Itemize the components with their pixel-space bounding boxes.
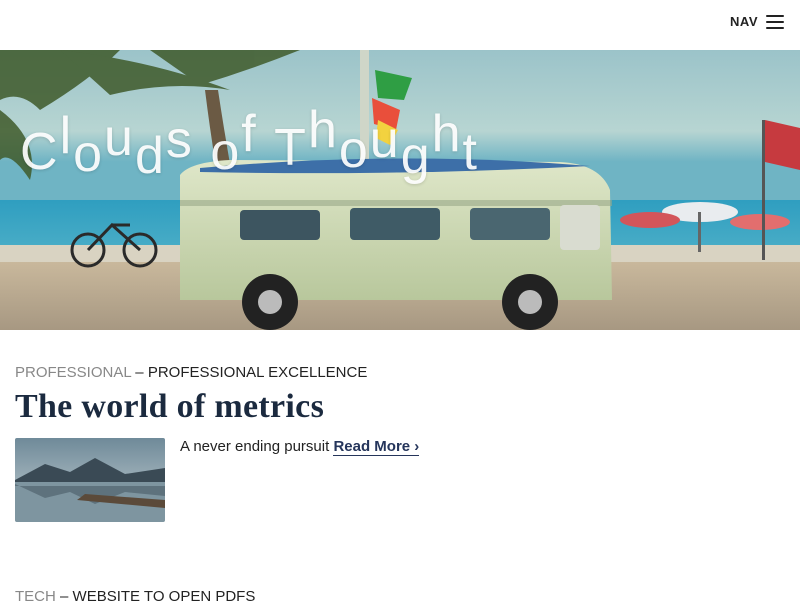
hero-beach-van-image xyxy=(0,50,800,330)
site-title[interactable]: Clouds of Thought xyxy=(20,101,479,185)
hero-banner: Clouds of Thought xyxy=(0,50,800,330)
post-item: TECH – WEBSITE TO OPEN PDFS xyxy=(15,588,785,606)
post-category[interactable]: PROFESSIONAL xyxy=(15,364,131,381)
post-excerpt: A never ending pursuit Read More › xyxy=(180,438,420,456)
nav-label: NAV xyxy=(730,14,758,29)
read-more-link[interactable]: Read More › xyxy=(333,438,420,456)
post-subcategory[interactable]: WEBSITE TO OPEN PDFS xyxy=(73,588,256,605)
post-category[interactable]: TECH xyxy=(15,588,56,605)
post-item: PROFESSIONAL – PROFESSIONAL EXCELLENCE T… xyxy=(15,364,785,522)
posts-list: PROFESSIONAL – PROFESSIONAL EXCELLENCE T… xyxy=(15,330,785,606)
hamburger-menu-icon[interactable] xyxy=(766,14,784,29)
post-meta: TECH – WEBSITE TO OPEN PDFS xyxy=(15,588,785,606)
post-thumbnail-image[interactable] xyxy=(15,438,165,522)
site-title-text: Clouds of Thought xyxy=(20,101,479,185)
top-bar: NAV xyxy=(0,0,800,50)
post-body: A never ending pursuit Read More › xyxy=(15,438,785,522)
post-meta: PROFESSIONAL – PROFESSIONAL EXCELLENCE xyxy=(15,364,785,382)
post-subcategory[interactable]: PROFESSIONAL EXCELLENCE xyxy=(148,364,368,381)
nav-toggle-button[interactable]: NAV xyxy=(730,14,784,29)
post-meta-separator: – xyxy=(55,588,73,605)
post-excerpt-text: A never ending pursuit xyxy=(180,438,334,455)
post-title[interactable]: The world of metrics xyxy=(15,388,785,426)
post-meta-separator: – xyxy=(131,364,148,381)
